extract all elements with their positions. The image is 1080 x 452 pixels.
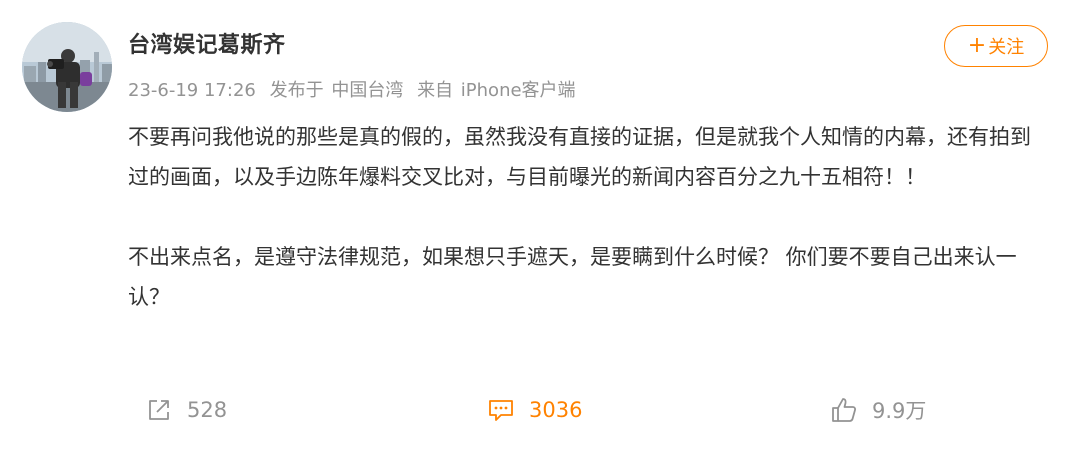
post-paragraph-2: 不出来点名，是遵守法律规范，如果想只手遮天，是要瞒到什么时候？ 你们要不要自己出… — [128, 245, 1017, 309]
like-icon — [830, 396, 858, 424]
comment-icon — [487, 396, 515, 424]
comment-button[interactable]: 3036 — [487, 388, 582, 432]
follow-button[interactable]: + 关注 — [944, 25, 1048, 67]
post-location: 中国台湾 — [331, 80, 404, 101]
post-content: 不要再问我他说的那些是真的假的，虽然我没有直接的证据，但是就我个人知情的内幕，还… — [128, 117, 1038, 317]
share-icon — [145, 396, 173, 424]
post-paragraph-1: 不要再问我他说的那些是真的假的，虽然我没有直接的证据，但是就我个人知情的内幕，还… — [128, 125, 1031, 189]
source-prefix: 来自 — [417, 80, 454, 101]
like-button[interactable]: 9.9万 — [830, 388, 926, 432]
post-source: iPhone客户端 — [460, 80, 576, 101]
published-prefix: 发布于 — [269, 80, 324, 101]
avatar-photo — [22, 22, 112, 112]
share-count: 528 — [187, 398, 228, 422]
author-name[interactable]: 台湾娱记葛斯齐 — [128, 30, 286, 62]
plus-icon: + — [967, 33, 987, 58]
like-count: 9.9万 — [872, 399, 927, 423]
weibo-post: 台湾娱记葛斯齐 23-6-19 17:26 发布于 中国台湾 来自 iPhone… — [0, 0, 1080, 452]
post-time[interactable]: 23-6-19 17:26 — [128, 80, 256, 101]
post-meta: 23-6-19 17:26 发布于 中国台湾 来自 iPhone客户端 — [128, 78, 584, 104]
post-actions: 528 3036 9.9万 — [0, 388, 1080, 432]
avatar[interactable] — [22, 22, 112, 112]
share-button[interactable]: 528 — [145, 388, 227, 432]
comment-count: 3036 — [529, 398, 583, 422]
follow-label: 关注 — [988, 37, 1025, 58]
